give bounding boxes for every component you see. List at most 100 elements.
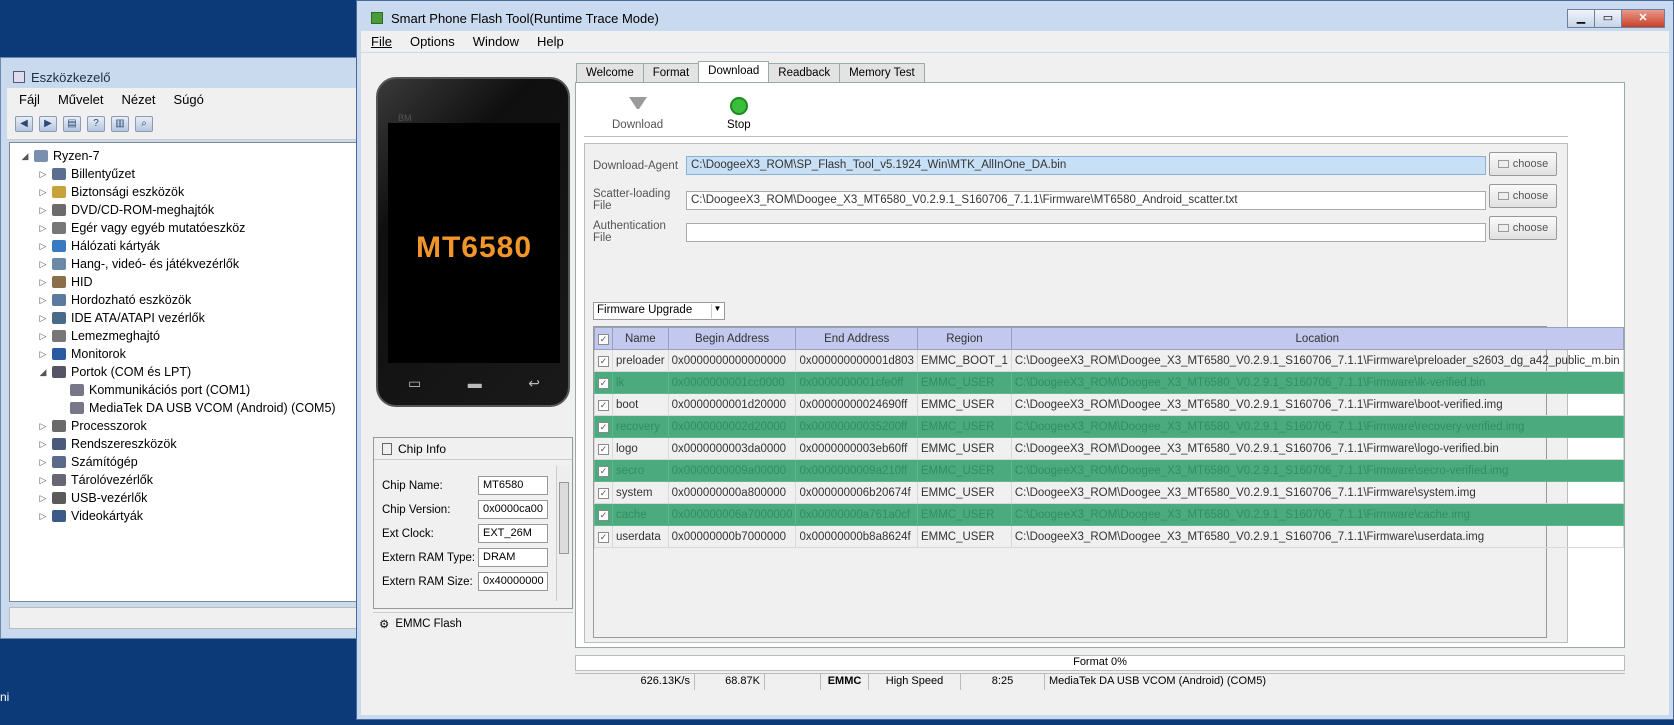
tree-item[interactable]: ▷ Monitorok [18,345,358,363]
tree-expander-icon[interactable]: ▷ [36,349,50,360]
minimize-button[interactable]: ▁ [1567,9,1595,28]
tree-item[interactable]: ▷ Billentyűzet [18,165,358,183]
auth-field[interactable] [686,222,1486,242]
tree-item[interactable]: ▷ Processzorok [18,417,358,435]
tree-item[interactable]: ▷ Biztonsági eszközök [18,183,358,201]
table-row[interactable]: ✓ logo 0x0000000003da0000 0x0000000003eb60f… [594,437,1624,460]
row-checkbox-cell[interactable]: ✓ [594,437,613,460]
row-checkbox[interactable]: ✓ [598,531,609,543]
tree-expander-icon[interactable]: ▷ [36,169,50,180]
emmc-flash-panel[interactable]: ⚙ EMMC Flash [373,612,573,634]
scrollbar-thumb[interactable] [559,482,569,554]
row-checkbox-cell[interactable]: ✓ [594,525,613,548]
tree-expander-icon[interactable]: ▷ [36,331,50,342]
download-agent-field[interactable]: C:\DoogeeX3_ROM\SP_Flash_Tool_v5.1924_Wi… [686,156,1486,175]
table-row[interactable]: ✓ boot 0x0000000001d20000 0x00000000024690f… [594,393,1624,416]
menu-view[interactable]: Nézet [121,92,155,107]
chip-info-scrollbar[interactable] [556,466,570,601]
row-checkbox-cell[interactable]: ✓ [594,371,613,394]
download-button[interactable]: Download [612,97,663,131]
scatter-field[interactable]: C:\DoogeeX3_ROM\Doogee_X3_MT6580_V0.2.9.… [686,190,1486,210]
table-row[interactable]: ✓ recovery 0x0000000002d20000 0x00000000035… [594,415,1624,438]
console-icon[interactable]: ▥ [111,116,129,132]
forward-arrow-icon[interactable]: ▶ [39,116,57,132]
row-checkbox[interactable]: ✓ [598,465,609,477]
menu-file[interactable]: Fájl [19,92,40,107]
tree-item[interactable]: ▷ Számítógép [18,453,358,471]
properties-icon[interactable]: ▤ [63,116,81,132]
row-checkbox[interactable]: ✓ [598,443,609,455]
menu-help[interactable]: Súgó [173,92,203,107]
table-row[interactable]: ✓ preloader 0x0000000000000000 0x0000000000… [594,349,1624,372]
tree-item[interactable]: MediaTek DA USB VCOM (Android) (COM5) [18,399,358,417]
row-checkbox[interactable]: ✓ [598,487,609,499]
tree-expander-icon[interactable]: ▷ [36,187,50,198]
mode-select[interactable]: Firmware Upgrade ▼ [593,302,725,320]
row-checkbox[interactable]: ✓ [598,355,609,367]
tree-expander-icon[interactable]: ▷ [36,313,50,324]
tree-item[interactable]: ▷ HID [18,273,358,291]
back-arrow-icon[interactable]: ◀ [15,116,33,132]
tree-item[interactable]: Kommunikációs port (COM1) [18,381,358,399]
select-all-header[interactable]: ✓ [594,327,613,350]
tree-item[interactable]: ▷ Videokártyák [18,507,358,525]
row-checkbox-cell[interactable]: ✓ [594,349,613,372]
tree-item[interactable]: ▷ Hordozható eszközök [18,291,358,309]
tree-expander-icon[interactable]: ▷ [36,277,50,288]
tree-item[interactable]: ▷ DVD/CD-ROM-meghajtók [18,201,358,219]
tree-expander-icon[interactable]: ▷ [36,439,50,450]
choose-auth-button[interactable]: choose [1489,216,1557,240]
tab-format[interactable]: Format [642,63,700,82]
row-checkbox[interactable]: ✓ [598,421,609,433]
tree-expander-icon[interactable]: ▷ [36,259,50,270]
close-button[interactable]: ✕ [1621,9,1665,28]
tree-expander-icon[interactable]: ▷ [36,241,50,252]
row-checkbox-cell[interactable]: ✓ [594,415,613,438]
scan-hardware-icon[interactable]: ⌕ [135,116,153,132]
choose-download-agent-button[interactable]: choose [1489,152,1557,176]
table-row[interactable]: ✓ lk 0x0000000001cc0000 0x0000000001cfe0ff E… [594,371,1624,394]
tree-expander-icon[interactable]: ▷ [36,475,50,486]
tree-item[interactable]: ▷ Rendszereszközök [18,435,358,453]
tree-item[interactable]: ▷ Hálózati kártyák [18,237,358,255]
menu-help[interactable]: Help [537,34,564,49]
menu-file[interactable]: File [371,34,392,49]
row-checkbox-cell[interactable]: ✓ [594,459,613,482]
tree-item[interactable]: ▷ Egér vagy egyéb mutatóeszköz [18,219,358,237]
tree-expander-icon[interactable]: ▷ [36,295,50,306]
tree-expander-icon[interactable]: ▷ [36,511,50,522]
tree-item[interactable]: ◢ Ryzen-7 [18,147,358,165]
menu-options[interactable]: Options [410,34,455,49]
row-checkbox[interactable]: ✓ [598,377,609,389]
row-checkbox[interactable]: ✓ [598,399,609,411]
menu-action[interactable]: Művelet [58,92,104,107]
tree-expander-icon[interactable]: ◢ [18,151,32,162]
row-checkbox-cell[interactable]: ✓ [594,503,613,526]
table-row[interactable]: ✓ userdata 0x00000000b7000000 0x00000000b8a… [594,525,1624,548]
stop-button[interactable]: Stop [727,97,751,131]
tree-item[interactable]: ▷ Tárolóvezérlők [18,471,358,489]
select-all-checkbox[interactable]: ✓ [598,333,609,345]
tab-memory-test[interactable]: Memory Test [839,63,925,82]
tree-expander-icon[interactable]: ▷ [36,205,50,216]
tree-item[interactable]: ◢ Portok (COM és LPT) [18,363,358,381]
maximize-button[interactable]: ▭ [1594,9,1622,28]
tree-expander-icon[interactable]: ▷ [36,457,50,468]
tab-readback[interactable]: Readback [768,63,841,82]
row-checkbox[interactable]: ✓ [598,509,609,521]
tree-item[interactable]: ▷ USB-vezérlők [18,489,358,507]
row-checkbox-cell[interactable]: ✓ [594,481,613,504]
tree-item[interactable]: ▷ Lemezmeghajtó [18,327,358,345]
tree-expander-icon[interactable]: ▷ [36,223,50,234]
choose-scatter-button[interactable]: choose [1489,184,1557,208]
help-icon[interactable]: ? [87,116,105,132]
tree-expander-icon[interactable]: ▷ [36,421,50,432]
table-row[interactable]: ✓ secro 0x0000000009a00000 0x0000000009a210… [594,459,1624,482]
menu-window[interactable]: Window [473,34,519,49]
tab-download[interactable]: Download [698,61,770,82]
table-row[interactable]: ✓ system 0x000000000a800000 0x000000006b206… [594,481,1624,504]
tree-item[interactable]: ▷ Hang-, videó- és játékvezérlők [18,255,358,273]
tab-welcome[interactable]: Welcome [576,63,644,82]
tree-expander-icon[interactable]: ◢ [36,367,50,378]
tree-expander-icon[interactable]: ▷ [36,493,50,504]
